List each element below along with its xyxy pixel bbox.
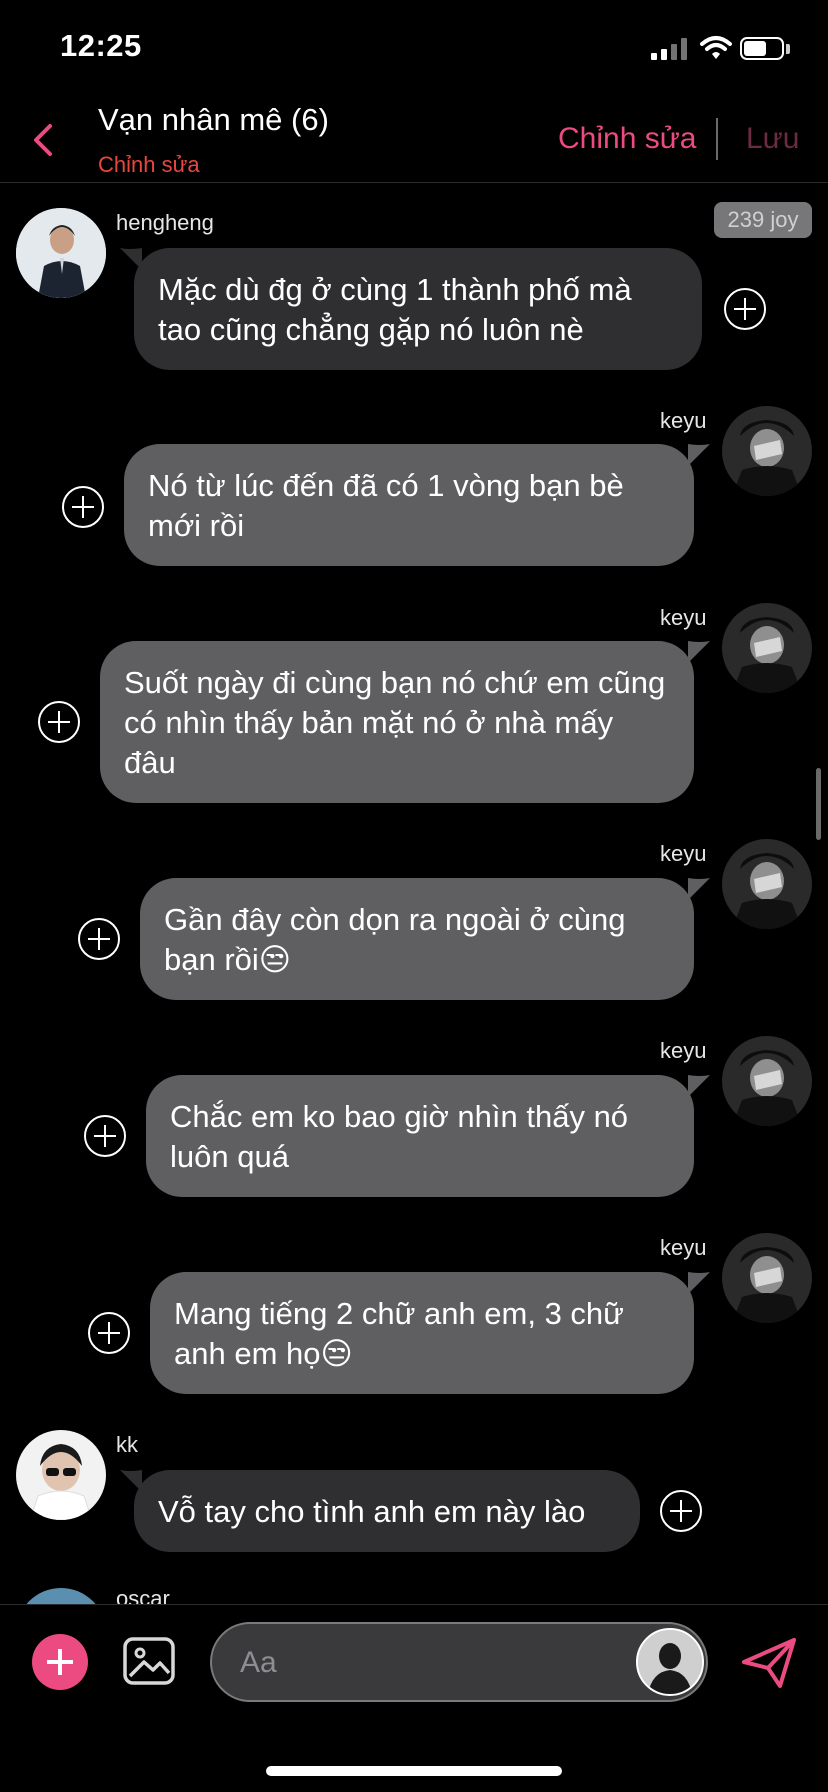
avatar-keyu[interactable] [722, 406, 812, 496]
sender-name: keyu [660, 1235, 707, 1260]
bubble-tail [688, 641, 710, 663]
add-reaction-button[interactable] [62, 486, 104, 528]
avatar-keyu[interactable] [722, 1036, 812, 1126]
person-icon [722, 1233, 812, 1323]
message-bubble[interactable]: Mặc dù đg ở cùng 1 thành phố mà tao cũng… [134, 248, 702, 370]
message-input-placeholder[interactable]: Aa [240, 1646, 277, 1680]
avatar-hengheng[interactable] [16, 208, 106, 298]
add-button[interactable] [32, 1634, 88, 1690]
avatar-oscar[interactable] [16, 1588, 106, 1604]
person-icon [722, 839, 812, 929]
header-divider [716, 118, 718, 160]
home-indicator[interactable] [266, 1766, 562, 1776]
person-icon [722, 603, 812, 693]
add-reaction-button[interactable] [78, 918, 120, 960]
battery-tip [786, 44, 790, 54]
person-icon [722, 1036, 812, 1126]
header-separator [0, 182, 828, 183]
chat-title: Vạn nhân mê (6) [98, 102, 329, 137]
composer-separator [0, 1604, 828, 1605]
message-bubble[interactable]: Mang tiếng 2 chữ anh em, 3 chữ anh em họ… [150, 1272, 694, 1394]
person-icon [16, 1430, 106, 1520]
wifi-icon [700, 36, 732, 59]
persona-avatar-icon[interactable] [636, 1628, 704, 1696]
bubble-tail [688, 444, 710, 466]
message-bubble[interactable]: Gần đây còn dọn ra ngoài ở cùng bạn rồi😒 [140, 878, 694, 1000]
save-button[interactable]: Lưu [746, 122, 799, 156]
avatar-keyu[interactable] [722, 1233, 812, 1323]
status-time: 12:25 [60, 28, 142, 63]
sender-name: keyu [660, 1038, 707, 1063]
back-chevron-icon[interactable] [28, 118, 62, 162]
add-reaction-button[interactable] [84, 1115, 126, 1157]
avatar-keyu[interactable] [722, 603, 812, 693]
partial-message-row: oscar [0, 1584, 828, 1604]
image-icon[interactable] [122, 1636, 176, 1686]
bubble-tail [688, 1272, 710, 1294]
avatar-kk[interactable] [16, 1430, 106, 1520]
person-icon [722, 406, 812, 496]
add-reaction-button[interactable] [38, 701, 80, 743]
bubble-tail [688, 878, 710, 900]
message-bubble[interactable]: Vỗ tay cho tình anh em này lào [134, 1470, 640, 1552]
add-reaction-button[interactable] [724, 288, 766, 330]
avatar-keyu[interactable] [722, 839, 812, 929]
signal-icon [651, 38, 689, 60]
sender-name: oscar [116, 1586, 170, 1604]
sender-name: keyu [660, 605, 707, 630]
sender-name: keyu [660, 841, 707, 866]
bubble-tail [688, 1075, 710, 1097]
scrollbar[interactable] [816, 768, 821, 840]
battery-icon [740, 37, 784, 60]
joy-badge: 239 joy [714, 202, 812, 238]
message-bubble[interactable]: Nó từ lúc đến đã có 1 vòng bạn bè mới rồ… [124, 444, 694, 566]
sender-name: keyu [660, 408, 707, 433]
edit-button[interactable]: Chỉnh sửa [558, 122, 697, 156]
chat-subtitle[interactable]: Chỉnh sửa [98, 152, 200, 178]
add-reaction-button[interactable] [660, 1490, 702, 1532]
person-silhouette-icon [638, 1630, 702, 1694]
add-reaction-button[interactable] [88, 1312, 130, 1354]
message-bubble[interactable]: Chắc em ko bao giờ nhìn thấy nó luôn quá [146, 1075, 694, 1197]
sender-name: kk [116, 1432, 138, 1457]
person-icon [16, 208, 106, 298]
sender-name: hengheng [116, 210, 214, 235]
message-input[interactable] [210, 1622, 708, 1702]
send-icon[interactable] [740, 1636, 798, 1690]
message-bubble[interactable]: Suốt ngày đi cùng bạn nó chứ em cũng có … [100, 641, 694, 803]
